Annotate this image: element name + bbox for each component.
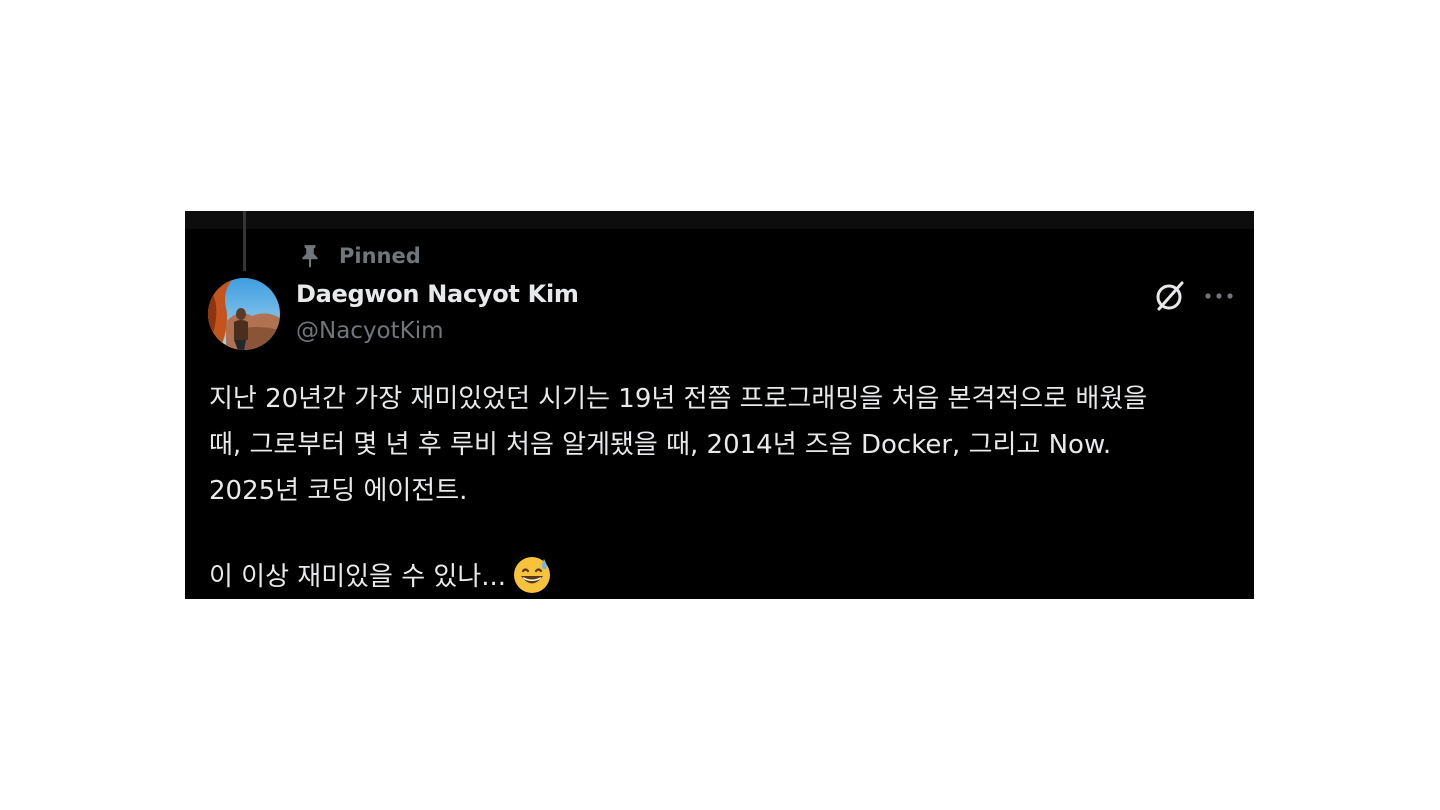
more-icon[interactable] <box>1203 281 1235 311</box>
tweet-text-line-last: 이 이상 재미있을 수 있나... <box>209 554 1244 599</box>
previous-item-divider <box>185 211 1254 229</box>
author-handle[interactable]: @NacyotKim <box>296 318 444 344</box>
tweet-text-line: 이 이상 재미있을 수 있나... <box>209 562 507 592</box>
pinned-tweet-card[interactable]: Pinned Daegwon Nacyot Kim @NacyotKim 지난 … <box>185 211 1254 599</box>
avatar-photo <box>208 278 280 350</box>
grinning-face-with-sweat-emoji <box>514 557 551 593</box>
avatar[interactable] <box>208 278 280 350</box>
thread-line <box>243 211 246 271</box>
tweet-text-line: 때, 그로부터 몇 년 후 루비 처음 알게됐을 때, 2014년 즈음 Doc… <box>209 430 1112 460</box>
pinned-label: Pinned <box>339 244 421 268</box>
author-display-name[interactable]: Daegwon Nacyot Kim <box>296 280 579 308</box>
tweet-text-line: 2025년 코딩 에이전트. <box>209 476 468 506</box>
grok-icon[interactable] <box>1153 279 1187 313</box>
tweet-text-line: 지난 20년간 가장 재미있었던 시기는 19년 전쯤 프로그래밍을 처음 본격… <box>209 384 1148 414</box>
pin-icon <box>302 245 318 268</box>
pinned-indicator: Pinned <box>297 241 421 271</box>
tweet-text: 지난 20년간 가장 재미있었던 시기는 19년 전쯤 프로그래밍을 처음 본격… <box>209 376 1244 599</box>
